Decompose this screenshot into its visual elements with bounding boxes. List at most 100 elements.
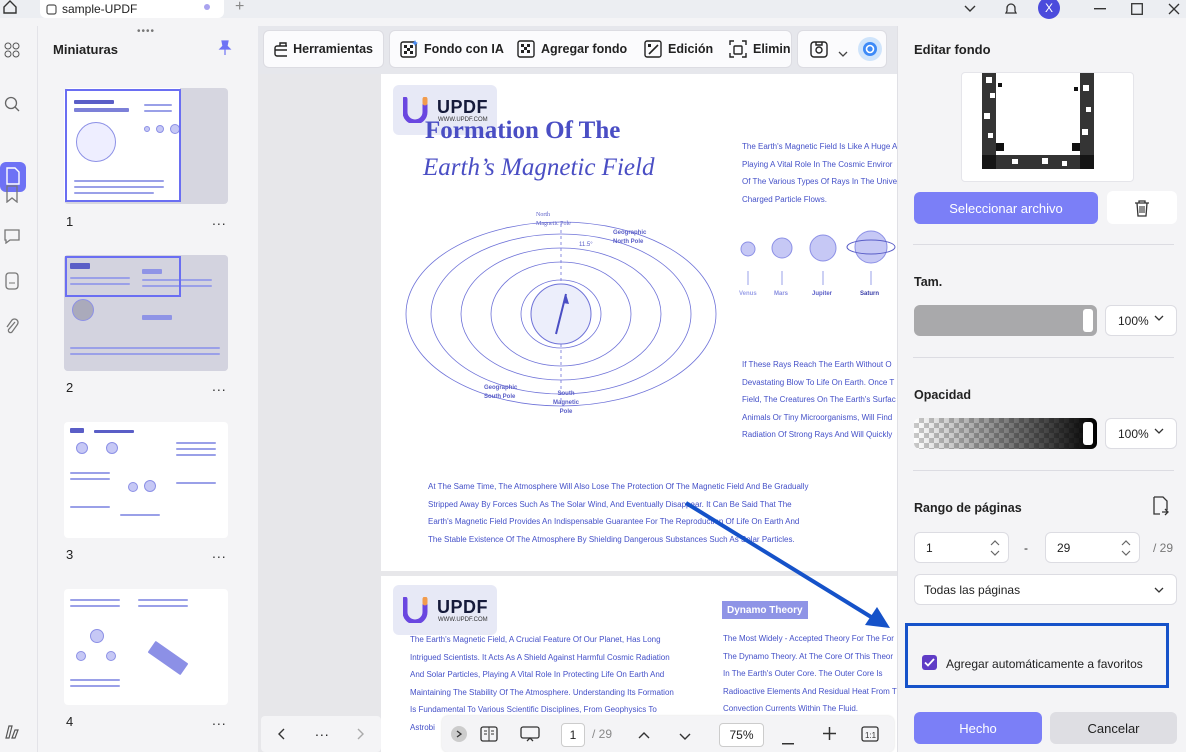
mini-line bbox=[70, 599, 120, 601]
zoom-in-icon[interactable] bbox=[823, 727, 836, 743]
cancel-button[interactable]: Cancelar bbox=[1050, 712, 1177, 744]
favorites-label: Agregar automáticamente a favoritos bbox=[946, 657, 1143, 671]
logo-text: UPDF bbox=[437, 597, 488, 617]
page-1-more-button[interactable]: ... bbox=[212, 212, 227, 228]
close-icon[interactable] bbox=[1164, 0, 1184, 18]
logo-text: UPDF bbox=[437, 97, 488, 117]
size-slider-knob[interactable] bbox=[1083, 309, 1093, 332]
thumbnails-title: Miniaturas bbox=[53, 42, 119, 57]
presentation-icon[interactable] bbox=[520, 726, 540, 745]
viewport-frame[interactable] bbox=[65, 89, 181, 202]
save-icon[interactable] bbox=[810, 40, 828, 61]
chevron-right-icon[interactable] bbox=[357, 728, 365, 743]
new-tab-icon[interactable]: + bbox=[235, 0, 244, 16]
collapse-toggle-icon[interactable] bbox=[451, 726, 467, 742]
thumbnails-panel: •••• Miniaturas 1 ... 2 ... 3 ... 4 ... bbox=[37, 26, 256, 752]
background-tools-group: Fondo con IA Agregar fondo Edición Elimi… bbox=[389, 30, 792, 68]
page-icon[interactable] bbox=[3, 166, 23, 186]
zoom-out-icon[interactable] bbox=[782, 733, 794, 748]
chevron-up-icon[interactable] bbox=[638, 727, 650, 742]
done-button[interactable]: Hecho bbox=[914, 712, 1042, 744]
bottom-toolbar: 1 / 29 75% 1:1 bbox=[442, 716, 894, 752]
ai-background-button[interactable]: Fondo con IA bbox=[394, 31, 510, 67]
grid-icon[interactable] bbox=[2, 40, 22, 60]
page-thumbnail-3[interactable] bbox=[64, 422, 228, 538]
background-preview bbox=[961, 72, 1134, 182]
opacity-value: 100% bbox=[1118, 426, 1149, 441]
more-options-button[interactable]: ... bbox=[315, 723, 330, 739]
chevron-down-icon[interactable] bbox=[838, 45, 848, 60]
opacity-dropdown[interactable]: 100% bbox=[1105, 418, 1177, 449]
text-line: Stripped Away By Forces Such As The Sola… bbox=[428, 499, 792, 509]
opacity-slider[interactable] bbox=[914, 418, 1097, 449]
select-file-button[interactable]: Seleccionar archivo bbox=[914, 192, 1098, 224]
text-line: Charged Particle Flows. bbox=[742, 194, 827, 204]
avatar[interactable]: X bbox=[1038, 0, 1060, 19]
pin-icon[interactable] bbox=[218, 40, 232, 59]
ai-background-label: Fondo con IA bbox=[424, 42, 504, 56]
remove-background-icon bbox=[729, 40, 747, 58]
page-3-more-button[interactable]: ... bbox=[212, 545, 227, 561]
chevron-down-icon[interactable] bbox=[961, 0, 979, 18]
attachment-list-icon[interactable] bbox=[2, 271, 22, 291]
page-thumbnail-2[interactable] bbox=[64, 255, 228, 371]
size-dropdown[interactable]: 100% bbox=[1105, 305, 1177, 336]
chevron-down-icon[interactable] bbox=[679, 729, 691, 744]
bell-icon[interactable] bbox=[1001, 0, 1021, 18]
planet-label: Jupiter bbox=[812, 291, 833, 297]
page-number-input[interactable]: 1 bbox=[561, 723, 585, 747]
chevron-down-icon bbox=[1154, 428, 1164, 434]
opacity-slider-knob[interactable] bbox=[1083, 422, 1093, 445]
page-thumbnail-1[interactable] bbox=[64, 88, 228, 204]
range-from-input[interactable]: 1 bbox=[914, 532, 1009, 563]
text-line: Radioactive Elements And Residual Heat F… bbox=[723, 686, 897, 696]
range-to-input[interactable]: 29 bbox=[1045, 532, 1140, 563]
text-line: If These Rays Reach The Earth Without O bbox=[742, 360, 892, 369]
add-background-label: Agregar fondo bbox=[541, 42, 628, 56]
page-4-more-button[interactable]: ... bbox=[212, 712, 227, 728]
updf-logo-icon bbox=[403, 597, 428, 623]
annotation-highlight-box bbox=[905, 623, 1169, 688]
stepper-icon[interactable] bbox=[990, 539, 1000, 557]
search-icon[interactable] bbox=[2, 94, 22, 114]
drag-handle-icon[interactable]: •••• bbox=[137, 26, 155, 37]
comment-icon[interactable] bbox=[2, 226, 22, 246]
chevron-down-icon bbox=[1154, 315, 1164, 321]
bookmark-icon[interactable] bbox=[2, 184, 22, 204]
layers-icon[interactable] bbox=[2, 722, 22, 742]
page-thumbnail-4[interactable] bbox=[64, 589, 228, 705]
text-line: And Solar Particles, Playing A Vital Rol… bbox=[410, 670, 665, 679]
zoom-level[interactable]: 75% bbox=[719, 723, 764, 747]
ai-assistant-icon[interactable] bbox=[858, 37, 882, 61]
mini-line bbox=[70, 605, 120, 607]
mini-line bbox=[176, 482, 216, 484]
edit-background-button[interactable]: Edición bbox=[638, 31, 719, 67]
opacity-label: Opacidad bbox=[914, 388, 971, 402]
minimize-icon[interactable] bbox=[1090, 0, 1110, 18]
background-preview-image bbox=[982, 73, 1094, 169]
mini-line bbox=[176, 448, 216, 450]
favorites-checkbox[interactable] bbox=[922, 655, 937, 670]
chevron-left-icon[interactable] bbox=[277, 728, 285, 743]
remove-background-button[interactable]: Elimin bbox=[723, 31, 791, 67]
size-label: Tam. bbox=[914, 275, 943, 289]
page-range-options-icon[interactable] bbox=[1151, 496, 1169, 519]
size-slider[interactable] bbox=[914, 305, 1097, 336]
paperclip-icon[interactable] bbox=[2, 316, 22, 336]
home-icon[interactable] bbox=[3, 0, 19, 14]
toolbox-icon bbox=[274, 42, 288, 57]
actual-size-icon[interactable]: 1:1 bbox=[861, 726, 879, 745]
page-subset-select[interactable]: Todas las páginas bbox=[914, 574, 1177, 605]
add-background-button[interactable]: Agregar fondo bbox=[511, 31, 633, 67]
maximize-icon[interactable] bbox=[1127, 0, 1147, 18]
page-2-more-button[interactable]: ... bbox=[212, 378, 227, 394]
stepper-icon[interactable] bbox=[1121, 539, 1131, 557]
tools-button[interactable]: Herramientas bbox=[263, 30, 384, 68]
mini-circle bbox=[106, 651, 116, 661]
page-layout-icon[interactable] bbox=[480, 726, 498, 745]
viewport-frame[interactable] bbox=[65, 256, 181, 297]
delete-file-button[interactable] bbox=[1107, 191, 1177, 224]
right-paragraph: The Most Widely - Accepted Theory For Th… bbox=[723, 630, 897, 718]
document-viewer[interactable]: UPDF WWW.UPDF.COM Formation Of The Earth… bbox=[258, 74, 897, 752]
document-tab[interactable]: sample-UPDF bbox=[40, 0, 224, 18]
